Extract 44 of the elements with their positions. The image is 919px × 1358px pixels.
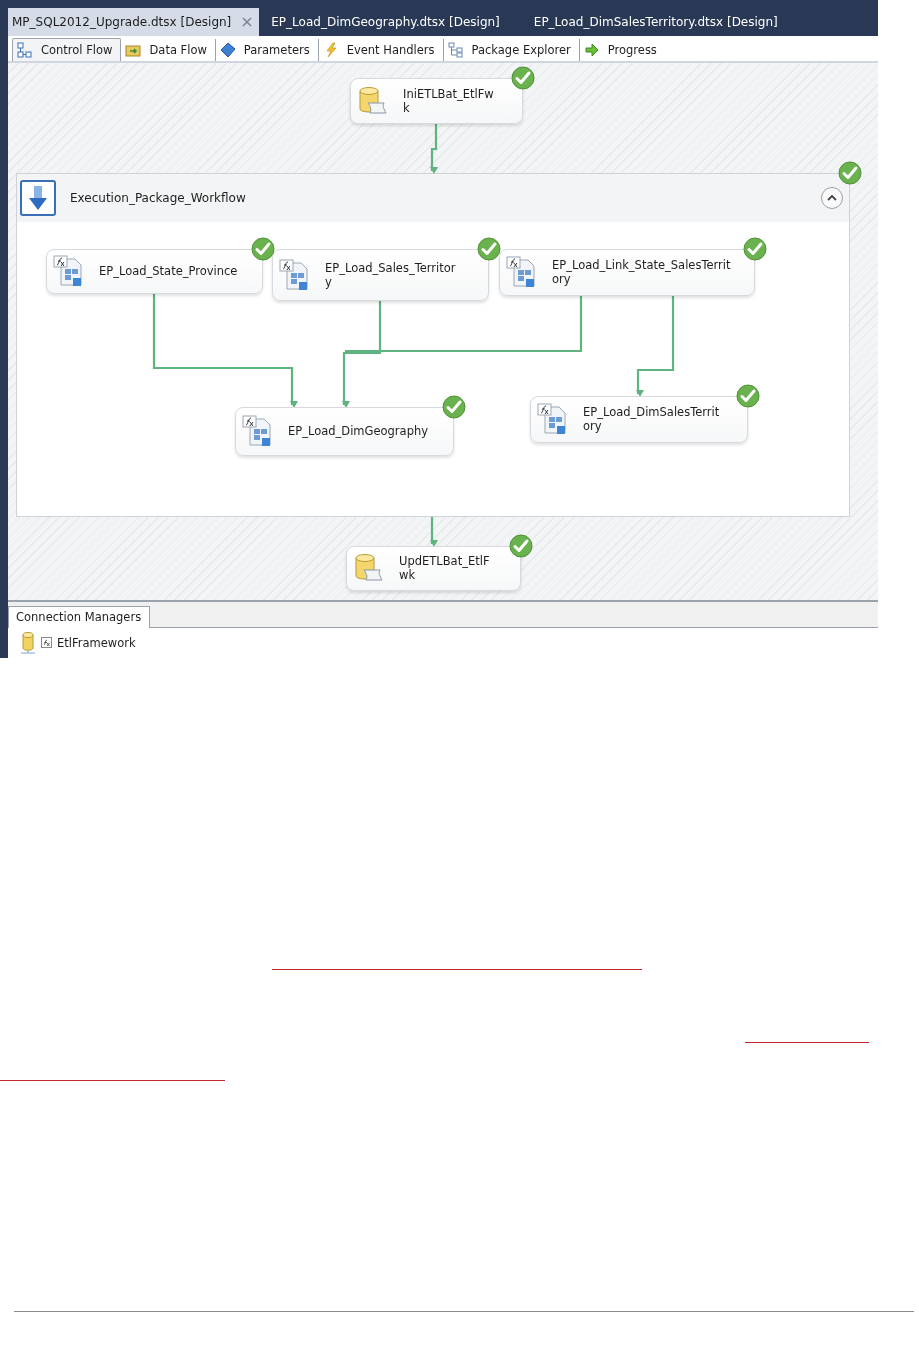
task-node[interactable]: EP_Load_DimGeography [235,406,454,456]
task-label: EP_Load_Sales_Territor y [325,260,456,289]
designer-tab[interactable]: Package Explorer [443,38,580,61]
designer-tab[interactable]: Data Flow [121,38,216,61]
task-label: EP_Load_DimSalesTerrit ory [583,405,720,434]
diamond-icon [219,41,236,58]
connection-item[interactable]: EtlFramework [20,631,136,654]
tree-icon [447,41,464,58]
close-icon[interactable] [239,7,260,36]
fx-document-icon [279,258,309,291]
arrow-icon [583,41,600,58]
designer-tab[interactable]: Event Handlers [318,38,444,61]
document-tab[interactable]: MP_SQL2012_Upgrade.dtsx [Design] [8,7,240,36]
task-node[interactable]: IniETLBat_EtlFw k [350,77,523,124]
flow-chart-icon [17,41,33,58]
designer-tab[interactable]: Progress [579,38,665,61]
document-tab[interactable]: EP_Load_DimSalesTerritory.dtsx [Design] [529,7,782,36]
container-title: Execution_Package_Workflow [70,190,247,205]
task-label: EP_Load_Link_State_SalesTerrit ory [552,258,731,287]
connector-arrow [430,123,438,174]
task-node[interactable]: UpdETLBat_EtlF wk [346,545,521,591]
task-node[interactable]: EP_Load_DimSalesTerrit ory [530,395,748,443]
task-label: IniETLBat_EtlFw k [403,86,494,115]
fx-icon [41,637,52,648]
fx-document-icon [242,415,272,448]
database-icon [20,631,36,654]
connection-managers-tab[interactable]: Connection Managers [8,606,151,628]
collapse-button[interactable] [821,186,843,209]
connector-arrow [430,516,438,547]
connection-label: EtlFramework [57,635,136,650]
database-scroll-icon [357,84,387,117]
fx-document-icon [53,255,83,288]
caret-icon [827,193,837,202]
task-node[interactable]: EP_Load_Link_State_SalesTerrit ory [499,248,755,296]
task-node[interactable]: EP_Load_State_Province [46,248,263,294]
task-node[interactable]: EP_Load_Sales_Territor y [272,248,489,301]
task-label: UpdETLBat_EtlF wk [399,554,490,583]
task-label: EP_Load_State_Province [99,264,238,279]
document-tab[interactable]: EP_Load_DimGeography.dtsx [Design] [267,7,504,36]
designer-tab[interactable]: Parameters [215,38,319,61]
designer-tab[interactable]: Control Flow [12,37,122,61]
task-label: EP_Load_DimGeography [288,424,429,439]
fx-document-icon [506,256,536,289]
fx-document-icon [537,403,567,436]
